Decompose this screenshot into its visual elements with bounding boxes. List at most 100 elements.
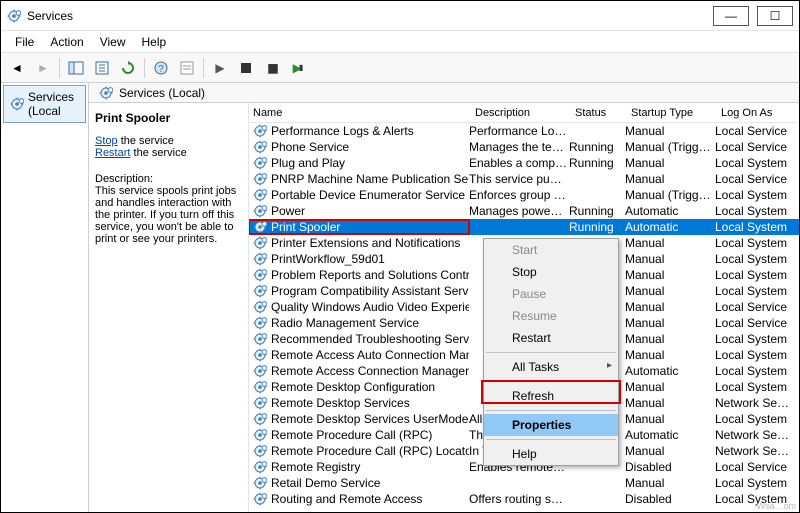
gear-icon [253, 348, 267, 362]
service-name-label: Portable Device Enumerator Service [271, 188, 465, 202]
service-logon: Network Se… [715, 396, 795, 410]
service-startup: Manual [625, 252, 715, 266]
restart-service-link[interactable]: Restart [95, 147, 130, 159]
service-row[interactable]: PNRP Machine Name Publication ServiceThi… [249, 171, 799, 187]
export-button[interactable] [90, 56, 114, 80]
service-name-label: PrintWorkflow_59d01 [271, 252, 385, 266]
description-heading: Description: [95, 173, 242, 185]
service-startup: Manual [625, 444, 715, 458]
svg-text:?: ? [158, 64, 164, 75]
ctx-restart[interactable]: Restart [484, 327, 618, 349]
service-desc: Enforces group … [469, 188, 569, 202]
start-service-button[interactable]: ▶ [208, 56, 232, 80]
description-pane: Print Spooler Stop the service Restart t… [89, 103, 249, 512]
service-desc: Manages the te… [469, 140, 569, 154]
restart-service-button[interactable]: ▶▮ [286, 56, 310, 80]
service-logon: Network Se… [715, 444, 795, 458]
service-startup: Disabled [625, 460, 715, 474]
col-name[interactable]: Name [249, 105, 469, 121]
service-row[interactable]: Performance Logs & Alerts Performance Lo…… [249, 123, 799, 139]
service-name-label: Performance Logs & Alerts [271, 124, 414, 138]
refresh-button[interactable] [116, 56, 140, 80]
gear-icon [253, 460, 267, 474]
service-name-label: Remote Desktop Configuration [271, 380, 435, 394]
tree-item-services-local[interactable]: Services (Local [3, 85, 86, 123]
titlebar: Services — ☐ [1, 1, 799, 31]
service-startup: Manual [625, 268, 715, 282]
service-startup: Manual [625, 412, 715, 426]
col-status[interactable]: Status [569, 105, 625, 121]
service-row[interactable]: Phone ServiceManages the te…RunningManua… [249, 139, 799, 155]
col-logon[interactable]: Log On As [715, 105, 795, 121]
maximize-button[interactable]: ☐ [757, 6, 793, 26]
gear-icon [253, 204, 267, 218]
service-name-label: Recommended Troubleshooting Servi… [271, 332, 469, 346]
gear-icon [253, 156, 267, 170]
col-startup[interactable]: Startup Type [625, 105, 715, 121]
service-name-label: Remote Desktop Services UserMode Port R… [271, 412, 469, 426]
gear-icon [253, 316, 267, 330]
stop-service-link[interactable]: Stop [95, 135, 118, 147]
service-row[interactable]: Plug and PlayEnables a comp…RunningManua… [249, 155, 799, 171]
service-startup: Manual (Trigg… [625, 140, 715, 154]
service-startup: Manual [625, 156, 715, 170]
service-name-label: Printer Extensions and Notifications [271, 236, 460, 250]
menu-action[interactable]: Action [44, 33, 89, 51]
gear-icon [10, 97, 24, 111]
service-row[interactable]: Portable Device Enumerator Service Enforc… [249, 187, 799, 203]
tree-item-label: Services (Local [28, 90, 79, 118]
gear-icon [253, 236, 267, 250]
service-logon: Local Service [715, 140, 795, 154]
column-headers: Name Description Status Startup Type Log… [249, 103, 799, 123]
gear-icon [253, 252, 267, 266]
watermark: Wsa…om [756, 501, 796, 511]
properties-toolbar-button[interactable] [175, 56, 199, 80]
service-desc: Performance Lo… [469, 124, 569, 138]
service-status: Running [569, 156, 625, 170]
service-logon: Local Service [715, 460, 795, 474]
help-button[interactable]: ? [149, 56, 173, 80]
service-logon: Local System [715, 252, 795, 266]
menu-file[interactable]: File [9, 33, 40, 51]
ctx-stop[interactable]: Stop [484, 261, 618, 283]
toolbar: ◄ ► ? ▶ ▮▮ ▶▮ [1, 53, 799, 83]
service-row[interactable]: Retail Demo ServiceManualLocal System [249, 475, 799, 491]
back-button[interactable]: ◄ [5, 56, 29, 80]
service-status: Running [569, 204, 625, 218]
gear-icon [253, 444, 267, 458]
service-name-label: Remote Registry [271, 460, 360, 474]
ctx-all-tasks[interactable]: All Tasks [484, 356, 618, 378]
service-logon: Local System [715, 332, 795, 346]
service-startup: Manual [625, 300, 715, 314]
service-row[interactable]: PowerManages powe…RunningAutomaticLocal … [249, 203, 799, 219]
service-startup: Manual [625, 476, 715, 490]
gear-icon [253, 428, 267, 442]
ctx-properties[interactable]: Properties [484, 414, 618, 436]
service-row[interactable]: Print SpoolerRunningAutomaticLocal Syste… [249, 219, 799, 235]
services-icon [7, 9, 21, 23]
ctx-refresh[interactable]: Refresh [484, 385, 618, 407]
gear-icon [253, 412, 267, 426]
service-status: Running [569, 140, 625, 154]
service-name-label: Remote Procedure Call (RPC) [271, 428, 432, 442]
menu-help[interactable]: Help [136, 33, 173, 51]
gear-icon [253, 188, 267, 202]
col-description[interactable]: Description [469, 105, 569, 121]
menu-view[interactable]: View [94, 33, 132, 51]
service-name-label: Program Compatibility Assistant Servi… [271, 284, 469, 298]
show-hide-button[interactable] [64, 56, 88, 80]
service-startup: Automatic [625, 364, 715, 378]
ctx-help[interactable]: Help [484, 443, 618, 465]
minimize-button[interactable]: — [713, 6, 749, 26]
service-row[interactable]: Routing and Remote AccessOffers routing … [249, 491, 799, 507]
service-name-label: Retail Demo Service [271, 476, 380, 490]
service-startup: Manual [625, 396, 715, 410]
stop-service-button[interactable] [234, 56, 258, 80]
ctx-pause: Pause [484, 283, 618, 305]
gear-icon [253, 220, 267, 234]
pause-service-button[interactable]: ▮▮ [260, 56, 284, 80]
forward-button[interactable]: ► [31, 56, 55, 80]
service-logon: Local System [715, 204, 795, 218]
service-status: Running [569, 220, 625, 234]
window-title: Services [27, 9, 713, 23]
